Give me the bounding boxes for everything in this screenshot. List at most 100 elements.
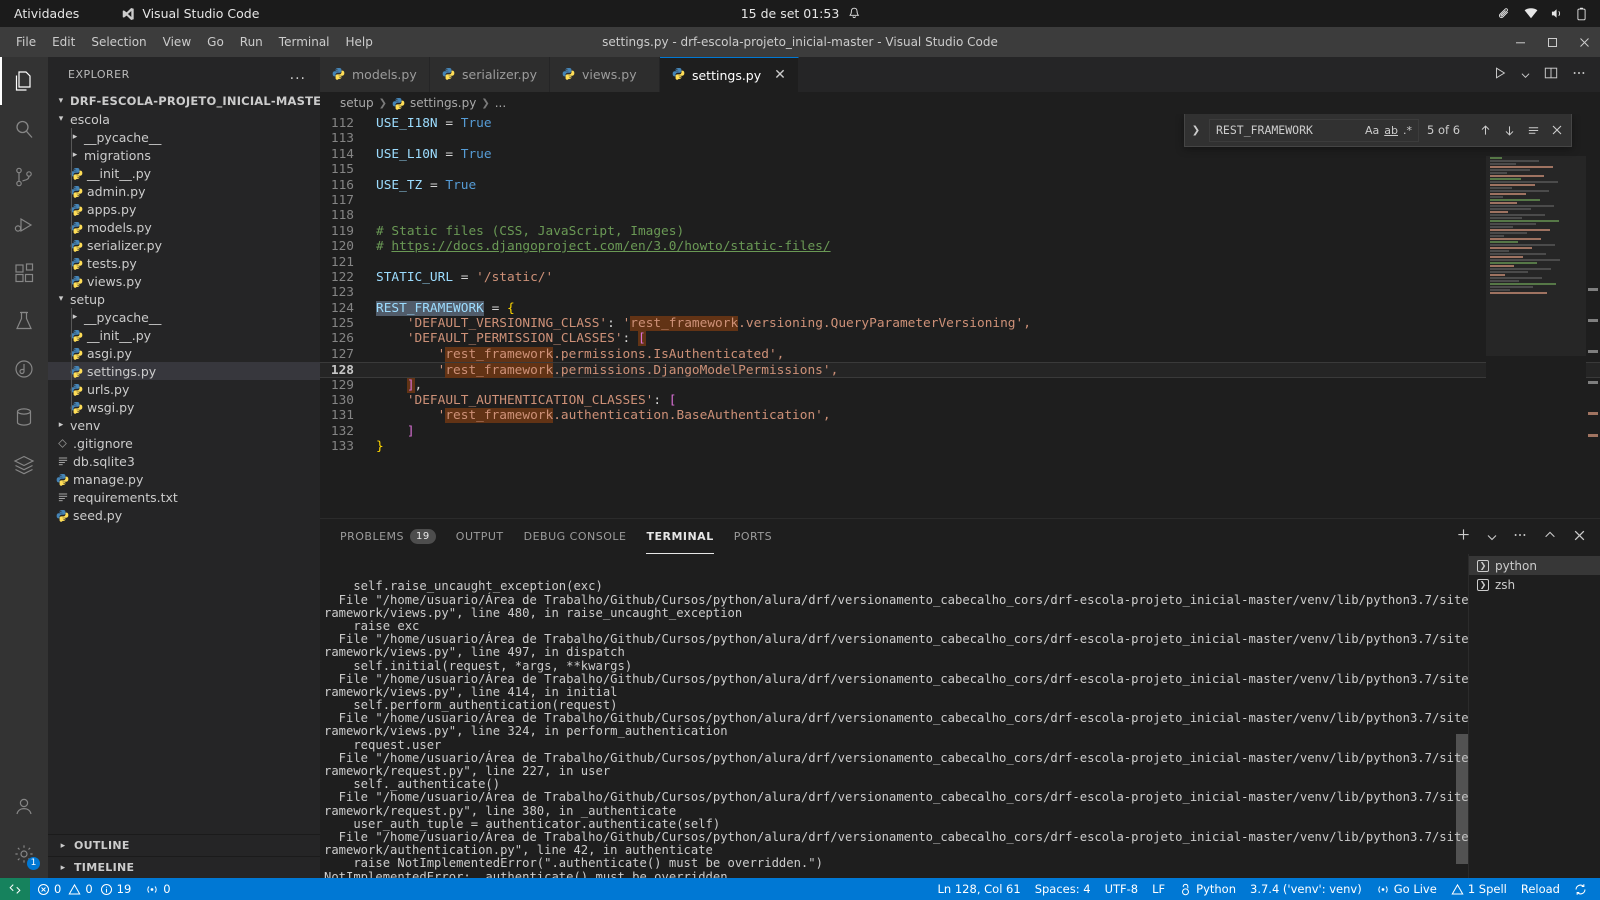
menu-help[interactable]: Help <box>338 32 381 52</box>
status-reload[interactable]: Reload <box>1514 878 1567 900</box>
panel-tab-output[interactable]: OUTPUT <box>456 519 504 554</box>
code-line[interactable]: 129 ], <box>320 377 1600 393</box>
activitybar-item-live-share[interactable] <box>0 345 48 393</box>
editor-tabs[interactable]: models.py serializer.py views.py settings.p… <box>320 57 1600 92</box>
code-line[interactable]: 114 USE_L10N = True <box>320 147 1600 162</box>
status-spell-checker[interactable]: 1 Spell <box>1444 878 1514 900</box>
code-line[interactable]: 120 # https://docs.djangoproject.com/en/3… <box>320 239 1600 254</box>
activitybar-item-search[interactable] <box>0 105 48 153</box>
code-line[interactable]: 122 STATIC_URL = '/static/' <box>320 270 1600 285</box>
match-case-icon[interactable]: Aa <box>1365 124 1379 137</box>
find-input[interactable]: REST_FRAMEWORK Aa ab .* <box>1209 118 1419 142</box>
tab-views-py[interactable]: views.py <box>549 57 660 92</box>
breadcrumb[interactable]: setup ❯ settings.py ❯ ... <box>320 92 1600 114</box>
previous-match-icon[interactable] <box>1475 120 1495 140</box>
tree-item-venv[interactable]: ▸ venv <box>48 416 320 434</box>
close-button[interactable] <box>1568 27 1600 57</box>
more-actions-icon[interactable] <box>1513 527 1527 546</box>
tree-item-settings-py[interactable]: settings.py <box>48 362 320 380</box>
menu-terminal[interactable]: Terminal <box>271 32 338 52</box>
activitybar-item-database[interactable] <box>0 393 48 441</box>
code-line[interactable]: 117 <box>320 193 1600 208</box>
window-controls[interactable] <box>1504 27 1600 57</box>
code-line[interactable]: 123 <box>320 285 1600 300</box>
tree-item-init-py[interactable]: __init__.py <box>48 326 320 344</box>
menu-run[interactable]: Run <box>232 32 271 52</box>
code-line[interactable]: 119 # Static files (CSS, JavaScript, Imag… <box>320 224 1600 239</box>
terminal-scrollbar[interactable] <box>1456 554 1468 878</box>
tab-models-py[interactable]: models.py <box>320 57 430 92</box>
activitybar-item-testing[interactable] <box>0 297 48 345</box>
tree-item-db-sqlite3[interactable]: db.sqlite3 <box>48 452 320 470</box>
status-sync[interactable] <box>1567 878 1594 900</box>
status-errors-warnings[interactable]: 0 0 19 <box>30 878 138 900</box>
code-line[interactable]: 130 'DEFAULT_AUTHENTICATION_CLASSES': [ <box>320 393 1600 408</box>
tree-item-wsgi-py[interactable]: wsgi.py <box>48 398 320 416</box>
close-icon[interactable] <box>1547 120 1567 140</box>
tree-item-models-py[interactable]: models.py <box>48 218 320 236</box>
code-line[interactable]: 133} <box>320 439 1600 454</box>
tab-settings-py[interactable]: settings.py ✕ <box>659 57 799 92</box>
find-in-selection-icon[interactable] <box>1523 120 1543 140</box>
close-icon[interactable]: ✕ <box>774 68 786 82</box>
panel-tabs[interactable]: PROBLEMS 19 OUTPUT DEBUG CONSOLE TERMINAL POR… <box>320 519 1600 554</box>
status-ports[interactable]: 0 <box>138 878 177 900</box>
tree-item-urls-py[interactable]: urls.py <box>48 380 320 398</box>
terminal-tab-python[interactable]: ❯ python <box>1469 556 1600 575</box>
tree-item-serializer-py[interactable]: serializer.py <box>48 236 320 254</box>
panel-tab-terminal[interactable]: TERMINAL <box>646 519 714 554</box>
menu-file[interactable]: File <box>8 32 44 52</box>
terminal-dropdown-icon[interactable] <box>1487 527 1497 546</box>
tree-item-pycache[interactable]: ▸ __pycache__ <box>48 308 320 326</box>
find-widget[interactable]: ❯ REST_FRAMEWORK Aa ab .* 5 of 6 <box>1184 114 1572 147</box>
tree-item-admin-py[interactable]: admin.py <box>48 182 320 200</box>
new-terminal-icon[interactable] <box>1456 527 1471 546</box>
os-system-tray[interactable] <box>1498 7 1600 21</box>
activitybar-item-manage[interactable]: 1 <box>0 830 48 878</box>
panel-actions[interactable] <box>1456 527 1600 546</box>
tree-item-migrations[interactable]: ▸ migrations <box>48 146 320 164</box>
menu-view[interactable]: View <box>155 32 199 52</box>
code-line[interactable]: 118 <box>320 208 1600 223</box>
status-cursor-position[interactable]: Ln 128, Col 61 <box>931 878 1028 900</box>
status-python-interpreter[interactable]: 3.7.4 ('venv': venv) <box>1243 878 1369 900</box>
tree-item-apps-py[interactable]: apps.py <box>48 200 320 218</box>
os-clock[interactable]: 15 de set 01:53 <box>741 6 860 21</box>
section-timeline[interactable]: ▸ TIMELINE <box>48 856 320 878</box>
tree-item-tests-py[interactable]: tests.py <box>48 254 320 272</box>
tree-item-escola[interactable]: ▾ escola <box>48 110 320 128</box>
editor-scrollbar[interactable] <box>1586 114 1600 518</box>
tree-item-asgi-py[interactable]: asgi.py <box>48 344 320 362</box>
terminal-tab-zsh[interactable]: ❯ zsh <box>1469 575 1600 594</box>
close-panel-icon[interactable] <box>1573 527 1586 546</box>
menu-go[interactable]: Go <box>199 32 232 52</box>
split-editor-icon[interactable] <box>1544 65 1558 84</box>
menubar[interactable]: File Edit Selection View Go Run Terminal… <box>0 32 381 52</box>
chevron-down-icon[interactable] <box>1521 65 1530 84</box>
status-indentation[interactable]: Spaces: 4 <box>1028 878 1098 900</box>
tree-item-views-py[interactable]: views.py <box>48 272 320 290</box>
code-line[interactable]: 116 USE_TZ = True <box>320 178 1600 193</box>
activitybar-item-accounts[interactable] <box>0 782 48 830</box>
maximize-button[interactable] <box>1536 27 1568 57</box>
code-line[interactable]: 121 <box>320 255 1600 270</box>
tree-item-gitignore[interactable]: .gitignore <box>48 434 320 452</box>
breadcrumb-item-file[interactable]: settings.py <box>410 96 476 110</box>
run-icon[interactable] <box>1493 65 1507 84</box>
code-line[interactable]: 132 ] <box>320 424 1600 439</box>
tree-item-requirements-txt[interactable]: requirements.txt <box>48 488 320 506</box>
status-language-mode[interactable]: Python <box>1172 878 1243 900</box>
tree-item-seed-py[interactable]: seed.py <box>48 506 320 524</box>
code-line[interactable]: 131 'rest_framework.authentication.BaseA… <box>320 408 1600 424</box>
minimap[interactable] <box>1486 114 1586 518</box>
tree-item-init-py[interactable]: __init__.py <box>48 164 320 182</box>
next-match-icon[interactable] <box>1499 120 1519 140</box>
tree-item-manage-py[interactable]: manage.py <box>48 470 320 488</box>
code-lines[interactable]: 112 USE_I18N = True 113 114 USE_L10N = True 1… <box>320 114 1600 518</box>
editor-tab-actions[interactable] <box>1479 57 1600 92</box>
remote-host-indicator[interactable] <box>0 878 30 900</box>
more-actions-icon[interactable] <box>1572 65 1586 84</box>
whole-word-icon[interactable]: ab <box>1384 124 1398 137</box>
minimize-button[interactable] <box>1504 27 1536 57</box>
status-eol[interactable]: LF <box>1145 878 1172 900</box>
